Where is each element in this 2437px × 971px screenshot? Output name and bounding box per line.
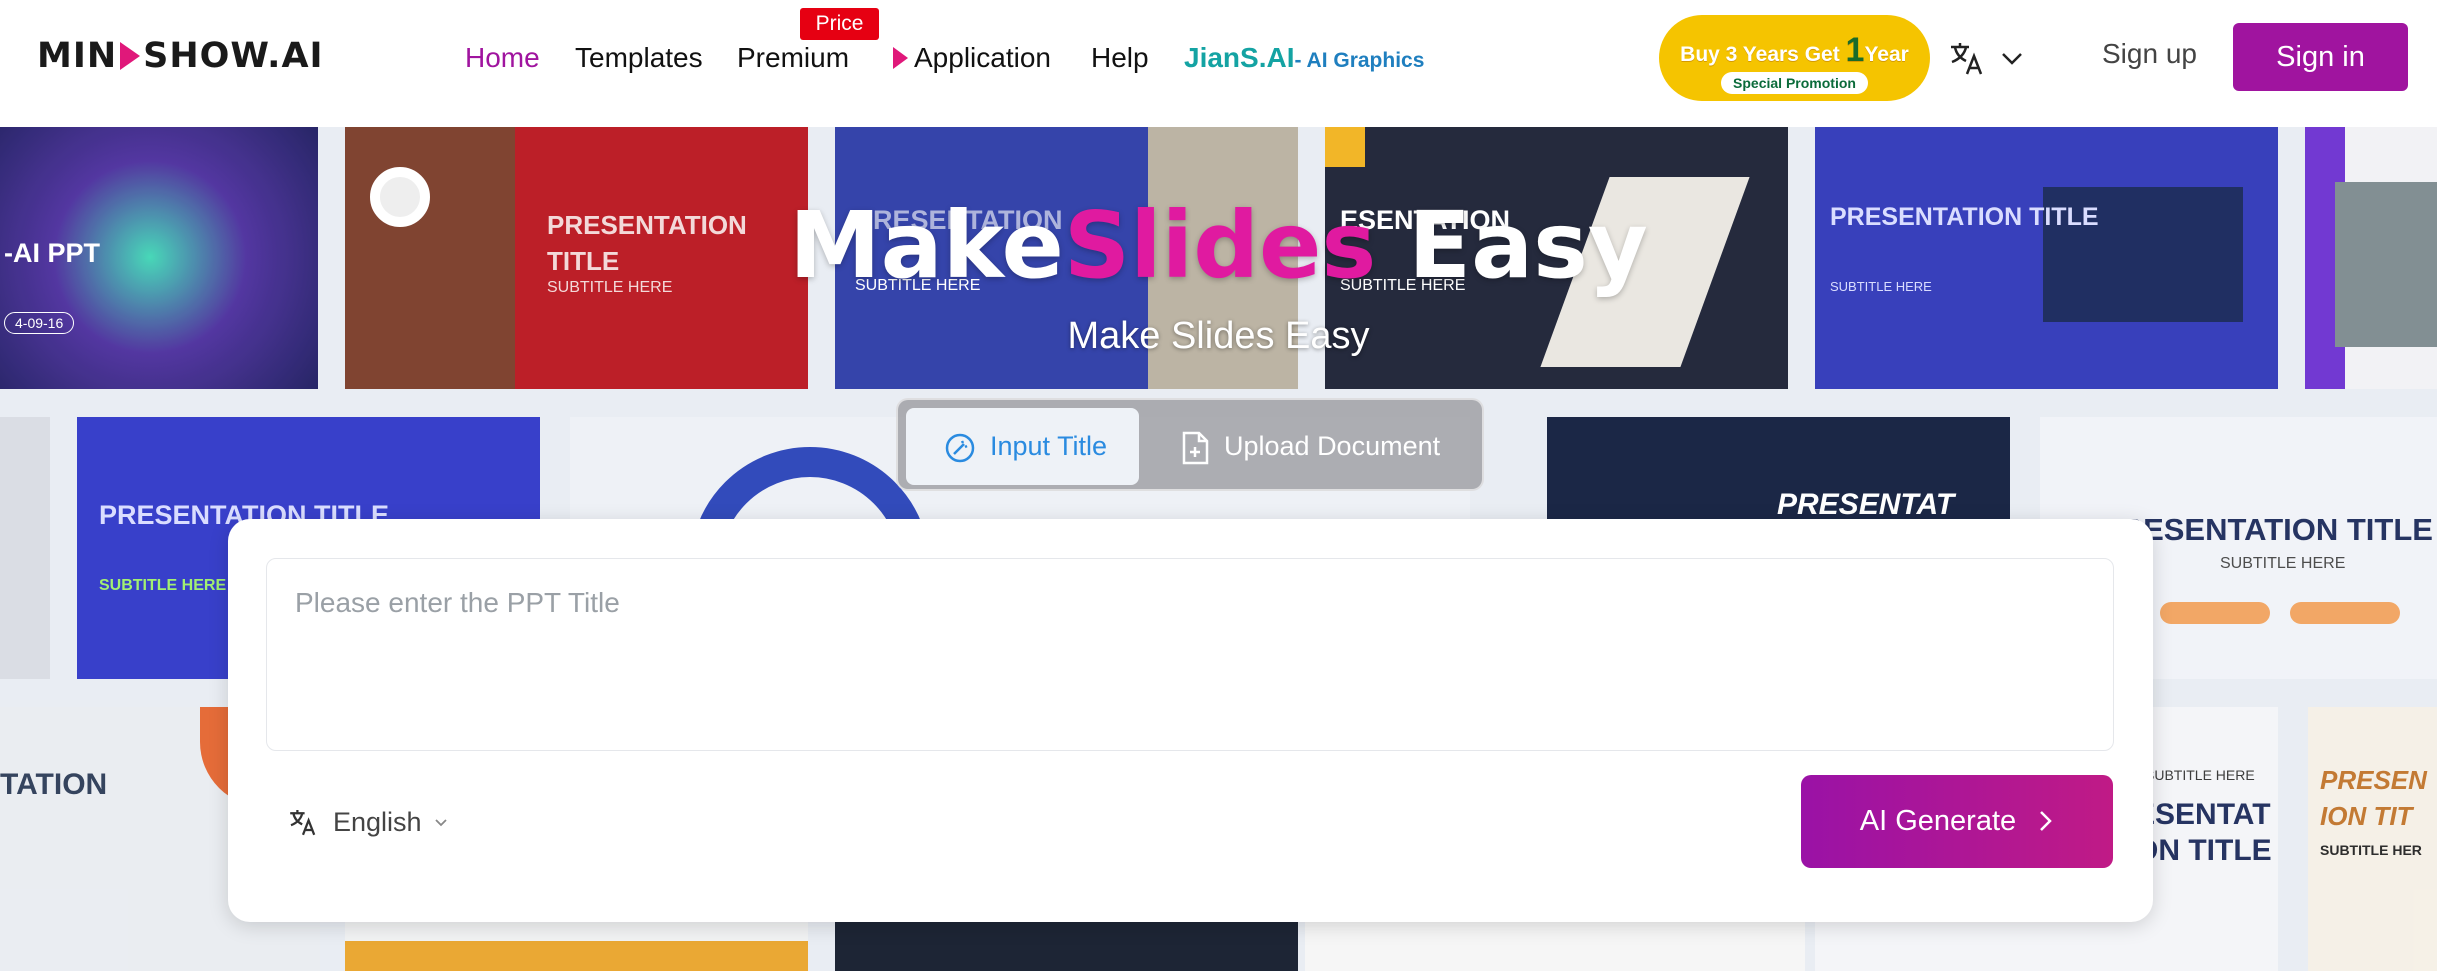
hero-title-b: Slides bbox=[1063, 192, 1377, 299]
translate-icon bbox=[290, 810, 316, 836]
nav-premium[interactable]: Premium bbox=[737, 40, 849, 76]
promo-line1-a: Buy 3 Years Get bbox=[1680, 43, 1846, 66]
tab-input-title[interactable]: Input Title bbox=[906, 408, 1139, 485]
promo-line2: Special Promotion bbox=[1721, 72, 1868, 94]
generate-card: English AI Generate bbox=[228, 519, 2153, 922]
logo-play-icon bbox=[120, 42, 141, 70]
promo-banner[interactable]: Buy 3 Years Get 1Year Special Promotion bbox=[1659, 15, 1930, 101]
translate-icon bbox=[1951, 43, 1983, 75]
ai-generate-label: AI Generate bbox=[1859, 805, 2017, 837]
signup-link[interactable]: Sign up bbox=[2102, 38, 2197, 70]
mode-tabs: Input Title Upload Document bbox=[896, 398, 1484, 491]
nav-help[interactable]: Help bbox=[1091, 40, 1149, 76]
promo-line1-b: Year bbox=[1864, 43, 1909, 66]
chevron-right-icon bbox=[2040, 811, 2052, 831]
ai-generate-button[interactable]: AI Generate bbox=[1801, 775, 2113, 868]
logo-text-right: SHOW.AI bbox=[143, 36, 324, 76]
nav-templates[interactable]: Templates bbox=[575, 40, 703, 76]
chevron-down-icon bbox=[2002, 53, 2022, 65]
promo-line1-num: 1 bbox=[1845, 31, 1865, 69]
tab-upload-document-label: Upload Document bbox=[1224, 431, 1441, 461]
top-header: MIN SHOW.AI Home Templates Premium Appli… bbox=[0, 0, 2437, 127]
hero-title-a: Make bbox=[789, 192, 1064, 299]
document-add-icon bbox=[1182, 431, 1209, 465]
language-select[interactable]: English bbox=[287, 802, 448, 842]
hero-subtitle: Make Slides Easy bbox=[1067, 315, 1370, 357]
jians-sublabel: - AI Graphics bbox=[1294, 49, 1425, 72]
logo[interactable]: MIN SHOW.AI bbox=[37, 36, 324, 76]
hero-title-c: Easy bbox=[1376, 192, 1648, 299]
promo-line1: Buy 3 Years Get 1Year bbox=[1659, 31, 1930, 70]
nav-home[interactable]: Home bbox=[465, 40, 540, 76]
nav-application-label: Application bbox=[914, 42, 1051, 73]
chevron-down-icon bbox=[434, 819, 447, 827]
application-play-icon bbox=[893, 47, 908, 69]
price-badge[interactable]: Price bbox=[800, 8, 879, 40]
tab-input-title-label: Input Title bbox=[990, 431, 1108, 461]
nav-application[interactable]: Application bbox=[893, 40, 1051, 76]
logo-text-left: MIN bbox=[37, 36, 118, 76]
jians-label: JianS.AI bbox=[1184, 42, 1295, 73]
signin-button[interactable]: Sign in bbox=[2233, 23, 2408, 91]
tab-upload-document[interactable]: Upload Document bbox=[1180, 408, 1440, 485]
language-select-label: English bbox=[333, 806, 422, 837]
nav-jians[interactable]: JianS.AI- AI Graphics bbox=[1184, 40, 1424, 79]
magic-wand-icon bbox=[945, 433, 975, 463]
ppt-title-input[interactable] bbox=[266, 558, 2114, 751]
hero-title: MakeSlides Easy bbox=[0, 192, 2437, 299]
language-switcher[interactable] bbox=[1947, 34, 2027, 84]
